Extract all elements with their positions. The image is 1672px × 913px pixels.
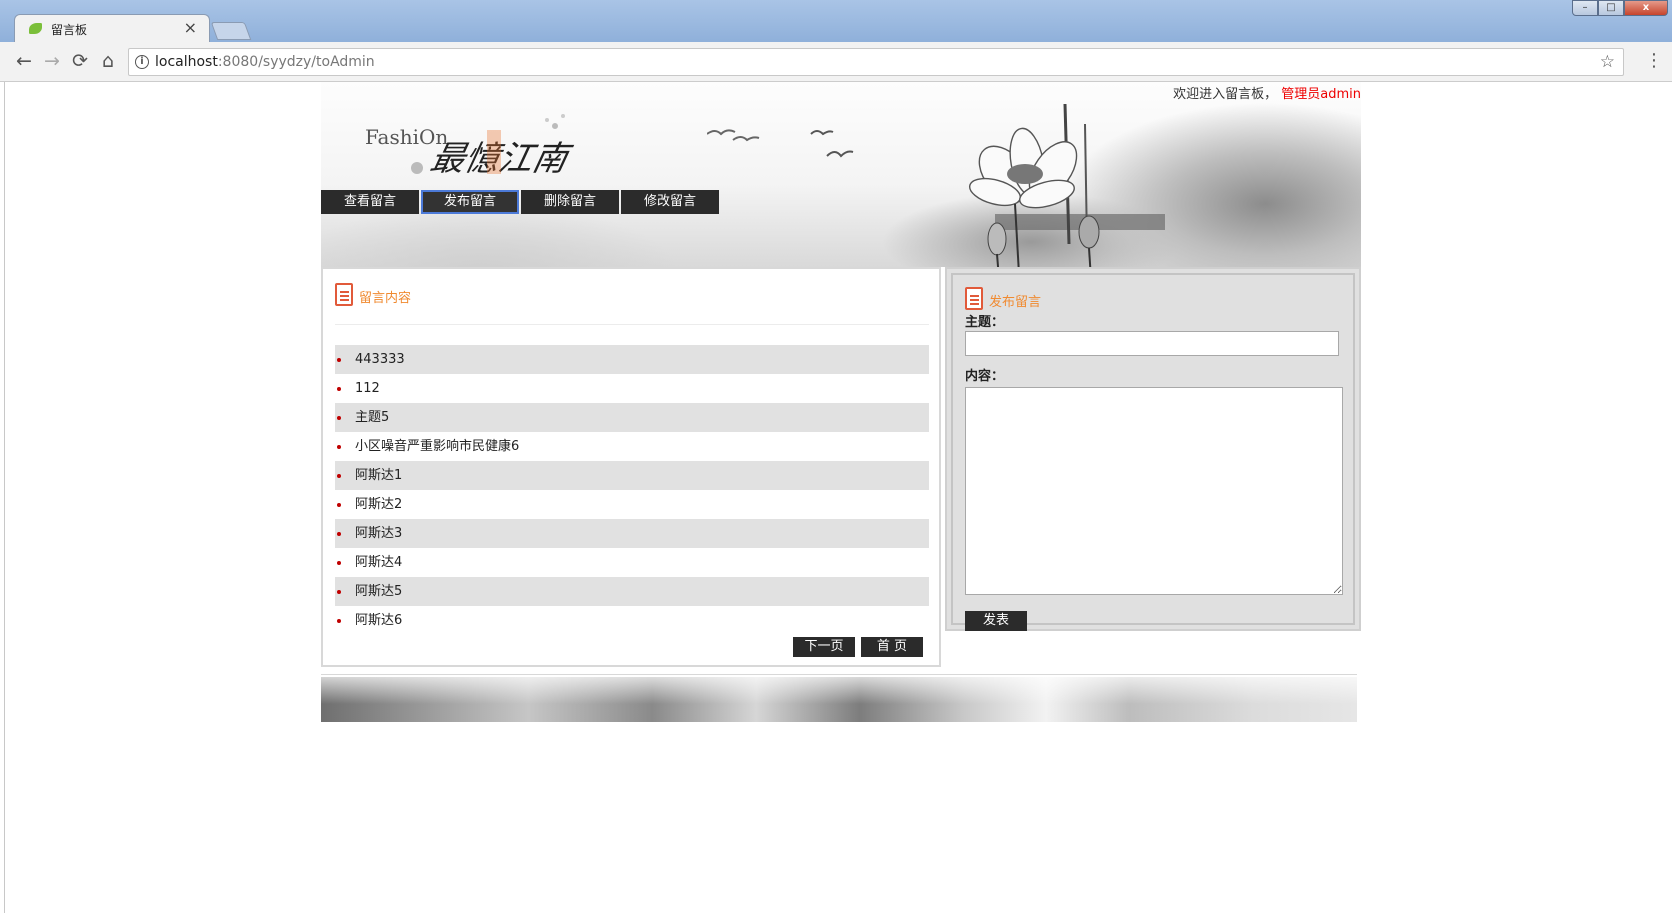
browser-toolbar: ← → ⟳ ⌂ i localhost:8080/syydzy/toAdmin … bbox=[0, 42, 1672, 82]
window-close-button[interactable]: x bbox=[1624, 0, 1668, 16]
list-item[interactable]: 112 bbox=[335, 374, 929, 403]
home-icon[interactable]: ⌂ bbox=[96, 50, 120, 74]
nav-publish-message[interactable]: 发布留言 bbox=[421, 190, 519, 214]
url-path: :8080/syydzy/toAdmin bbox=[217, 54, 375, 70]
publish-panel-title: 发布留言 bbox=[989, 295, 1042, 310]
bookmark-star-icon[interactable]: ☆ bbox=[1600, 52, 1615, 72]
menu-dots-icon[interactable]: ⋮ bbox=[1644, 50, 1664, 71]
logo-cjk-text: 最憶江南 bbox=[427, 139, 576, 179]
subject-input[interactable] bbox=[965, 331, 1339, 356]
list-item[interactable]: 小区噪音严重影响市民健康6 bbox=[335, 432, 929, 461]
subject-label: 主题： bbox=[965, 315, 1005, 330]
birds-icon bbox=[707, 129, 854, 158]
tab-close-icon[interactable]: × bbox=[184, 18, 197, 37]
publish-form: 发布留言 主题： 内容： 发表 bbox=[951, 273, 1355, 631]
nav-view-messages[interactable]: 查看留言 bbox=[321, 190, 419, 214]
url-text: localhost:8080/syydzy/toAdmin bbox=[155, 54, 375, 70]
first-page-button[interactable]: 首 页 bbox=[861, 637, 923, 657]
list-item[interactable]: 443333 bbox=[335, 345, 929, 374]
info-icon[interactable]: i bbox=[135, 55, 149, 69]
admin-name[interactable]: 管理员admin bbox=[1281, 87, 1361, 102]
list-item[interactable]: 阿斯达5 bbox=[335, 577, 929, 606]
list-item[interactable]: 阿斯达6 bbox=[335, 606, 929, 635]
messages-panel-title: 留言内容 bbox=[359, 291, 412, 306]
browser-tabbar: 留言板 × – □ x bbox=[0, 0, 1672, 42]
tab-title: 留言板 bbox=[51, 23, 88, 37]
window-minimize-button[interactable]: – bbox=[1572, 0, 1598, 16]
list-item[interactable]: 阿斯达4 bbox=[335, 548, 929, 577]
message-list: 443333 112 主题5 小区噪音严重影响市民健康6 阿斯达1 阿斯达2 阿… bbox=[335, 345, 929, 635]
fashion-logo-icon: FashiOn 最憶江南 bbox=[365, 114, 576, 179]
ink-painting-header: FashiOn 最憶江南 欢迎进入留言板， 管理员admin 查看留言 发布留言… bbox=[321, 82, 1361, 267]
forward-arrow-icon[interactable]: → bbox=[40, 50, 64, 74]
url-host: localhost bbox=[155, 54, 218, 70]
nav-edit-message[interactable]: 修改留言 bbox=[621, 190, 719, 214]
ink-painting-footer bbox=[321, 677, 1357, 722]
list-item[interactable]: 阿斯达2 bbox=[335, 490, 929, 519]
divider bbox=[321, 674, 1357, 675]
list-item[interactable]: 阿斯达3 bbox=[335, 519, 929, 548]
new-tab-button[interactable] bbox=[210, 22, 252, 40]
welcome-message: 欢迎进入留言板， 管理员admin bbox=[1173, 83, 1361, 102]
content-label: 内容： bbox=[965, 369, 1005, 384]
list-item[interactable]: 阿斯达1 bbox=[335, 461, 929, 490]
browser-tab[interactable]: 留言板 × bbox=[14, 14, 210, 42]
reload-icon[interactable]: ⟳ bbox=[68, 50, 92, 74]
next-page-button[interactable]: 下一页 bbox=[793, 637, 855, 657]
address-bar[interactable]: i localhost:8080/syydzy/toAdmin ☆ bbox=[128, 48, 1624, 76]
welcome-text: 欢迎进入留言板， bbox=[1173, 87, 1278, 102]
publish-panel: 发布留言 主题： 内容： 发表 bbox=[945, 267, 1361, 631]
back-arrow-icon[interactable]: ← bbox=[12, 50, 36, 74]
document-icon bbox=[965, 287, 983, 310]
nav-delete-message[interactable]: 删除留言 bbox=[521, 190, 619, 214]
content-textarea[interactable] bbox=[965, 387, 1343, 595]
lotus-painting-icon bbox=[968, 104, 1165, 267]
divider bbox=[335, 324, 929, 325]
document-icon bbox=[335, 283, 353, 306]
list-item[interactable]: 主题5 bbox=[335, 403, 929, 432]
page-viewport: FashiOn 最憶江南 欢迎进入留言板， 管理员admin 查看留言 发布留言… bbox=[4, 82, 1668, 913]
leaf-favicon-icon bbox=[29, 23, 42, 34]
window-maximize-button[interactable]: □ bbox=[1598, 0, 1624, 16]
publish-button[interactable]: 发表 bbox=[965, 611, 1027, 631]
messages-panel: 留言内容 443333 112 主题5 小区噪音严重影响市民健康6 阿斯达1 阿… bbox=[321, 267, 941, 667]
